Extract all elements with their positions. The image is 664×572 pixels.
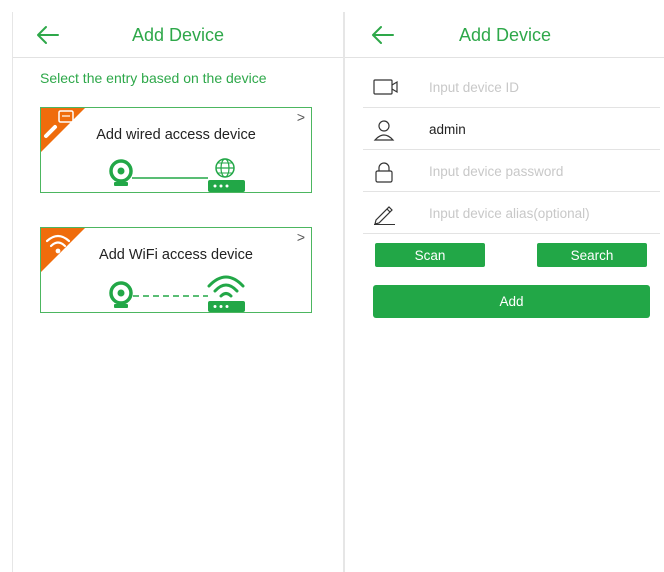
pencil-icon: [374, 206, 395, 225]
wired-device-card[interactable]: > Add wired access device: [40, 107, 312, 193]
username-value[interactable]: admin: [429, 122, 466, 137]
select-entry-panel: Add Device Select the entry based on the…: [12, 12, 344, 572]
wifi-router-icon: [207, 275, 245, 312]
scan-button[interactable]: Scan: [375, 243, 485, 267]
add-button[interactable]: Add: [373, 285, 650, 318]
header: Add Device: [345, 12, 664, 58]
header: Add Device: [13, 12, 343, 58]
router-globe-icon: [208, 158, 245, 192]
password-input[interactable]: [427, 159, 651, 183]
page-title: Add Device: [458, 25, 552, 45]
alias-field: [363, 193, 660, 234]
password-field: [363, 151, 660, 192]
camera-icon: [109, 281, 133, 308]
wifi-connection-illustration: [109, 275, 245, 312]
page-title: Add Device: [131, 25, 225, 45]
username-field: admin: [363, 109, 660, 150]
alias-input[interactable]: [427, 201, 651, 225]
lock-icon: [375, 162, 393, 183]
search-button[interactable]: Search: [537, 243, 647, 267]
device-id-field: [363, 67, 660, 108]
add-device-form-panel: Add Device admin Scan Search Add: [344, 12, 664, 572]
wired-connection-illustration: [109, 158, 245, 192]
instruction-text: Select the entry based on the device: [40, 70, 267, 86]
device-id-input[interactable]: [427, 75, 651, 99]
wifi-device-card[interactable]: > Add WiFi access device: [40, 227, 312, 313]
video-camera-icon: [373, 79, 398, 95]
camera-icon: [109, 159, 133, 186]
user-icon: [373, 120, 395, 141]
